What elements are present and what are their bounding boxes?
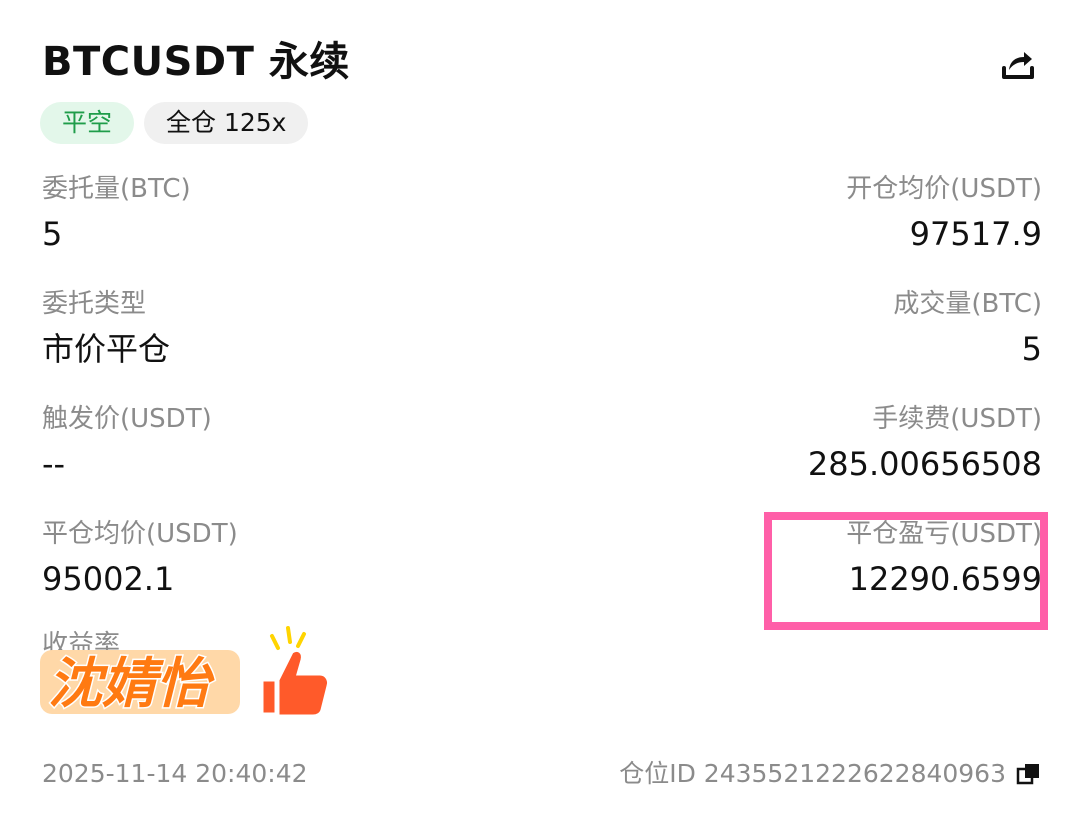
- fee-field: 手续费(USDT) 285.00656508: [808, 402, 1042, 486]
- position-id: 仓位ID 2435521222622840963: [619, 759, 1006, 788]
- share-icon: [1002, 52, 1034, 79]
- fee-label: 手续费(USDT): [872, 404, 1042, 434]
- copy-button[interactable]: [1016, 761, 1042, 787]
- margin-mode-badge: 全仓 125x: [144, 102, 309, 144]
- share-button[interactable]: [994, 40, 1042, 88]
- order-type-label: 委托类型: [42, 289, 147, 319]
- copy-icon: [1016, 764, 1039, 785]
- close-pnl-value: 12290.6599: [848, 560, 1042, 598]
- page-title: BTCUSDT 永续: [42, 39, 350, 85]
- open-avg-price-label: 开仓均价(USDT): [846, 174, 1042, 204]
- trigger-price-label: 触发价(USDT): [42, 404, 212, 434]
- filled-qty-value: 5: [1021, 330, 1042, 368]
- close-avg-price-value: 95002.1: [42, 560, 175, 598]
- sticker-text: 沈婧怡: [48, 652, 215, 715]
- open-avg-price-value: 97517.9: [909, 215, 1042, 253]
- position-id-row: 仓位ID 2435521222622840963: [619, 756, 1042, 792]
- fee-value: 285.00656508: [807, 445, 1042, 483]
- close-pnl-field: 平仓盈亏(USDT) 12290.6599: [846, 517, 1042, 601]
- close-avg-price-field: 平仓均价(USDT) 95002.1: [42, 517, 238, 601]
- trigger-price-value: --: [42, 445, 66, 483]
- order-type-field: 委托类型 市价平仓: [42, 287, 170, 371]
- close-pnl-label: 平仓盈亏(USDT): [846, 519, 1042, 549]
- name-sticker: 沈婧怡: [36, 622, 336, 722]
- trigger-price-field: 触发价(USDT) --: [42, 402, 212, 486]
- order-qty-field: 委托量(BTC) 5: [42, 172, 191, 256]
- order-timestamp: 2025-11-14 20:40:42: [42, 759, 308, 788]
- order-qty-value: 5: [42, 215, 63, 253]
- side-badge: 平空: [40, 102, 135, 144]
- order-qty-label: 委托量(BTC): [42, 174, 191, 204]
- open-avg-price-field: 开仓均价(USDT) 97517.9: [846, 172, 1042, 256]
- filled-qty-label: 成交量(BTC): [893, 289, 1042, 319]
- filled-qty-field: 成交量(BTC) 5: [893, 287, 1042, 371]
- order-type-value: 市价平仓: [42, 330, 171, 368]
- thumbs-up-icon: [260, 626, 330, 718]
- close-avg-price-label: 平仓均价(USDT): [42, 519, 238, 549]
